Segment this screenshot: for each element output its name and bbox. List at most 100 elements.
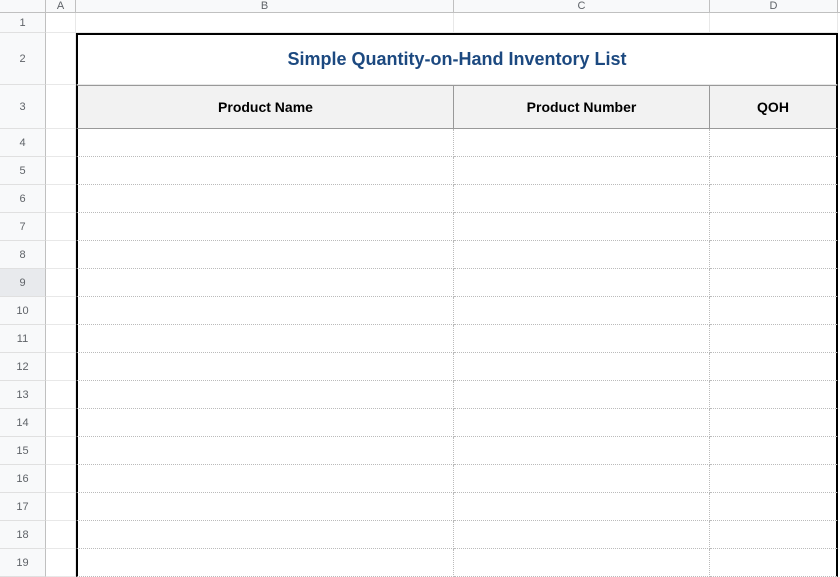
row-header-2[interactable]: 2 [0,33,46,85]
cell-b4[interactable] [76,129,454,157]
cell-c5[interactable] [454,157,710,185]
cell-d16[interactable] [710,465,838,493]
row-header-4[interactable]: 4 [0,129,46,157]
cell-a16[interactable] [46,465,76,493]
cell-d17[interactable] [710,493,838,521]
cell-d12[interactable] [710,353,838,381]
cell-b17[interactable] [76,493,454,521]
grid-row-11 [46,325,840,353]
row-header-19[interactable]: 19 [0,549,46,577]
cell-c17[interactable] [454,493,710,521]
cell-d4[interactable] [710,129,838,157]
cell-c11[interactable] [454,325,710,353]
cell-a4[interactable] [46,129,76,157]
cell-a10[interactable] [46,297,76,325]
row-header-11[interactable]: 11 [0,325,46,353]
cell-c19[interactable] [454,549,710,577]
row-header-18[interactable]: 18 [0,521,46,549]
cell-b16[interactable] [76,465,454,493]
cell-a9[interactable] [46,269,76,297]
row-header-17[interactable]: 17 [0,493,46,521]
cell-a3[interactable] [46,85,76,129]
cell-d1[interactable] [710,13,838,33]
cell-b1[interactable] [76,13,454,33]
cell-b14[interactable] [76,409,454,437]
cell-c14[interactable] [454,409,710,437]
cell-a5[interactable] [46,157,76,185]
cell-c16[interactable] [454,465,710,493]
cell-c12[interactable] [454,353,710,381]
header-qoh[interactable]: QOH [710,85,838,129]
header-product-number[interactable]: Product Number [454,85,710,129]
cell-d6[interactable] [710,185,838,213]
cell-b10[interactable] [76,297,454,325]
cell-b6[interactable] [76,185,454,213]
cell-a7[interactable] [46,213,76,241]
row-header-8[interactable]: 8 [0,241,46,269]
cell-c6[interactable] [454,185,710,213]
row-header-9[interactable]: 9 [0,269,46,297]
cell-d19[interactable] [710,549,838,577]
cell-a11[interactable] [46,325,76,353]
cell-c8[interactable] [454,241,710,269]
cell-c18[interactable] [454,521,710,549]
row-header-1[interactable]: 1 [0,13,46,33]
row-header-12[interactable]: 12 [0,353,46,381]
cell-a12[interactable] [46,353,76,381]
row-header-16[interactable]: 16 [0,465,46,493]
cell-d13[interactable] [710,381,838,409]
cell-c13[interactable] [454,381,710,409]
cell-a13[interactable] [46,381,76,409]
cell-a6[interactable] [46,185,76,213]
row-header-13[interactable]: 13 [0,381,46,409]
cell-d5[interactable] [710,157,838,185]
cell-b9[interactable] [76,269,454,297]
cell-b15[interactable] [76,437,454,465]
row-header-7[interactable]: 7 [0,213,46,241]
cell-a19[interactable] [46,549,76,577]
cell-b11[interactable] [76,325,454,353]
cell-b7[interactable] [76,213,454,241]
cell-d9[interactable] [710,269,838,297]
row-header-10[interactable]: 10 [0,297,46,325]
cell-b18[interactable] [76,521,454,549]
cell-a2[interactable] [46,33,76,85]
cell-b5[interactable] [76,157,454,185]
col-header-d[interactable]: D [710,0,838,12]
cell-a14[interactable] [46,409,76,437]
row-header-15[interactable]: 15 [0,437,46,465]
row-header-14[interactable]: 14 [0,409,46,437]
cell-c10[interactable] [454,297,710,325]
cell-d10[interactable] [710,297,838,325]
col-header-a[interactable]: A [46,0,76,12]
cell-c15[interactable] [454,437,710,465]
cell-a17[interactable] [46,493,76,521]
corner-cell[interactable] [0,0,46,12]
header-product-name[interactable]: Product Name [76,85,454,129]
cell-c7[interactable] [454,213,710,241]
cell-a15[interactable] [46,437,76,465]
col-header-c[interactable]: C [454,0,710,12]
cell-b8[interactable] [76,241,454,269]
cell-d8[interactable] [710,241,838,269]
cell-d11[interactable] [710,325,838,353]
cell-c4[interactable] [454,129,710,157]
row-header-6[interactable]: 6 [0,185,46,213]
cell-c9[interactable] [454,269,710,297]
cell-a18[interactable] [46,521,76,549]
grid-area[interactable]: Simple Quantity-on-Hand Inventory List P… [46,13,840,577]
cell-a1[interactable] [46,13,76,33]
col-header-b[interactable]: B [76,0,454,12]
cell-a8[interactable] [46,241,76,269]
cell-d7[interactable] [710,213,838,241]
cell-b19[interactable] [76,549,454,577]
cell-b12[interactable] [76,353,454,381]
title-cell[interactable]: Simple Quantity-on-Hand Inventory List [76,33,838,85]
row-header-3[interactable]: 3 [0,85,46,129]
row-header-5[interactable]: 5 [0,157,46,185]
cell-d15[interactable] [710,437,838,465]
cell-b13[interactable] [76,381,454,409]
cell-d14[interactable] [710,409,838,437]
cell-d18[interactable] [710,521,838,549]
cell-c1[interactable] [454,13,710,33]
